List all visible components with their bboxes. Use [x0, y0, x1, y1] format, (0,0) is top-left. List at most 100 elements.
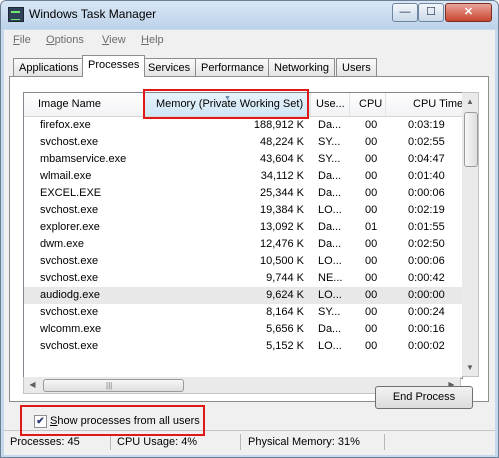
menu-view[interactable]: View [102, 34, 126, 46]
process-cpu-time: 0:00:24 [408, 306, 445, 318]
process-memory: 13,092 K [259, 221, 304, 233]
menu-options[interactable]: Options [46, 34, 84, 46]
process-name: explorer.exe [40, 221, 100, 233]
process-name: svchost.exe [40, 306, 99, 318]
process-cpu-time: 0:04:47 [408, 153, 445, 165]
scroll-left-arrow-icon[interactable]: ◀ [24, 377, 41, 393]
process-cpu-time: 0:03:19 [408, 119, 445, 131]
process-cpu-time: 0:02:19 [408, 204, 445, 216]
process-memory: 10,500 K [259, 255, 304, 267]
process-user: Da... [318, 187, 342, 199]
process-name: EXCEL.EXE [40, 187, 102, 199]
process-memory: 12,476 K [259, 238, 304, 250]
end-process-button[interactable]: End Process [375, 386, 473, 409]
process-cpu-time: 0:00:06 [408, 255, 445, 267]
process-list[interactable]: Image Name ▼ Memory (Private Working Set… [23, 92, 463, 379]
process-row[interactable]: svchost.exe 19,384 K LO... 00 0:02:19 [24, 202, 462, 219]
process-user: Da... [318, 221, 342, 233]
column-image-name[interactable]: Image Name [24, 93, 145, 116]
show-all-users-checkbox[interactable]: ✔ [34, 415, 47, 428]
process-row[interactable]: explorer.exe 13,092 K Da... 01 0:01:55 [24, 219, 462, 236]
scroll-grip-icon: ||| [106, 381, 113, 390]
process-cpu: 00 [365, 255, 378, 267]
column-user[interactable]: Use... [311, 93, 350, 116]
process-row[interactable]: svchost.exe 10,500 K LO... 00 0:00:06 [24, 253, 462, 270]
status-processes: Processes: 45 [10, 436, 80, 448]
status-divider [240, 434, 241, 450]
process-memory: 188,912 K [253, 119, 304, 131]
sort-arrow-icon: ▼ [224, 95, 231, 102]
process-row[interactable]: svchost.exe 9,744 K NE... 00 0:00:42 [24, 270, 462, 287]
process-row[interactable]: mbamservice.exe 43,604 K SY... 00 0:04:47 [24, 151, 462, 168]
menu-help[interactable]: Help [141, 34, 164, 46]
status-divider [384, 434, 385, 450]
process-memory: 5,152 K [266, 340, 304, 352]
horizontal-scroll-thumb[interactable]: ||| [43, 379, 184, 392]
process-cpu-time: 0:01:40 [408, 170, 445, 182]
tab-processes[interactable]: Processes [82, 55, 146, 77]
process-name: wlcomm.exe [40, 323, 102, 335]
column-cpu-time[interactable]: CPU Time [386, 93, 462, 116]
status-cpu-usage: CPU Usage: 4% [117, 436, 198, 448]
tab-users[interactable]: Users [336, 58, 377, 77]
process-user: LO... [318, 289, 342, 301]
process-cpu-time: 0:00:42 [408, 272, 445, 284]
column-memory[interactable]: ▼ Memory (Private Working Set) [145, 93, 311, 116]
process-name: svchost.exe [40, 272, 99, 284]
scroll-down-arrow-icon[interactable]: ▼ [462, 359, 478, 376]
process-row[interactable]: wlmail.exe 34,112 K Da... 00 0:01:40 [24, 168, 462, 185]
process-cpu-time: 0:00:06 [408, 187, 445, 199]
menu-file[interactable]: File [13, 34, 31, 46]
tab-performance[interactable]: Performance [195, 58, 270, 77]
process-row[interactable]: audiodg.exe 9,624 K LO... 00 0:00:00 [24, 287, 462, 304]
tab-services[interactable]: Services [142, 58, 197, 77]
process-name: dwm.exe [40, 238, 85, 250]
process-name: audiodg.exe [40, 289, 100, 301]
tab-networking[interactable]: Networking [268, 58, 336, 77]
process-cpu-time: 0:02:55 [408, 136, 445, 148]
process-cpu: 00 [365, 323, 378, 335]
process-cpu: 00 [365, 306, 378, 318]
task-manager-icon [8, 7, 24, 22]
title-bar[interactable]: Windows Task Manager — ☐ ✕ [1, 1, 498, 29]
process-name: svchost.exe [40, 204, 99, 216]
process-user: LO... [318, 255, 342, 267]
show-all-users-label[interactable]: Show processes from all users [50, 415, 200, 427]
vertical-scrollbar[interactable]: ▲ ▼ [462, 92, 479, 377]
tab-applications[interactable]: Applications [13, 58, 85, 77]
vertical-scroll-thumb[interactable] [464, 112, 478, 167]
process-cpu-time: 0:00:16 [408, 323, 445, 335]
status-bar: Processes: 45 CPU Usage: 4% Physical Mem… [4, 430, 495, 453]
process-cpu: 00 [365, 204, 378, 216]
process-cpu-time: 0:00:00 [408, 289, 445, 301]
process-user: SY... [318, 136, 341, 148]
process-memory: 5,656 K [266, 323, 304, 335]
process-memory: 48,224 K [259, 136, 304, 148]
process-row[interactable]: svchost.exe 5,152 K LO... 00 0:00:02 [24, 338, 462, 355]
process-name: mbamservice.exe [40, 153, 127, 165]
process-user: NE... [318, 272, 343, 284]
process-cpu: 00 [365, 340, 378, 352]
close-button[interactable]: ✕ [445, 3, 492, 22]
process-row[interactable]: svchost.exe 48,224 K SY... 00 0:02:55 [24, 134, 462, 151]
maximize-button[interactable]: ☐ [418, 3, 444, 22]
process-row[interactable]: dwm.exe 12,476 K Da... 00 0:02:50 [24, 236, 462, 253]
process-memory: 8,164 K [266, 306, 304, 318]
process-row[interactable]: wlcomm.exe 5,656 K Da... 00 0:00:16 [24, 321, 462, 338]
process-cpu: 00 [365, 272, 378, 284]
scroll-up-arrow-icon[interactable]: ▲ [462, 93, 478, 110]
minimize-button[interactable]: — [392, 3, 418, 22]
process-row[interactable]: firefox.exe 188,912 K Da... 00 0:03:19 [24, 117, 462, 134]
status-divider [110, 434, 111, 450]
process-row[interactable]: svchost.exe 8,164 K SY... 00 0:00:24 [24, 304, 462, 321]
client-area: File Options View Help Applications Proc… [4, 30, 495, 455]
column-cpu[interactable]: CPU [350, 93, 386, 116]
process-row[interactable]: EXCEL.EXE 25,344 K Da... 00 0:00:06 [24, 185, 462, 202]
process-user: Da... [318, 119, 342, 131]
process-user: SY... [318, 153, 341, 165]
process-name: svchost.exe [40, 255, 99, 267]
process-cpu-time: 0:02:50 [408, 238, 445, 250]
process-memory: 25,344 K [259, 187, 304, 199]
end-process-label: End Process [392, 391, 456, 403]
process-cpu: 00 [365, 187, 378, 199]
